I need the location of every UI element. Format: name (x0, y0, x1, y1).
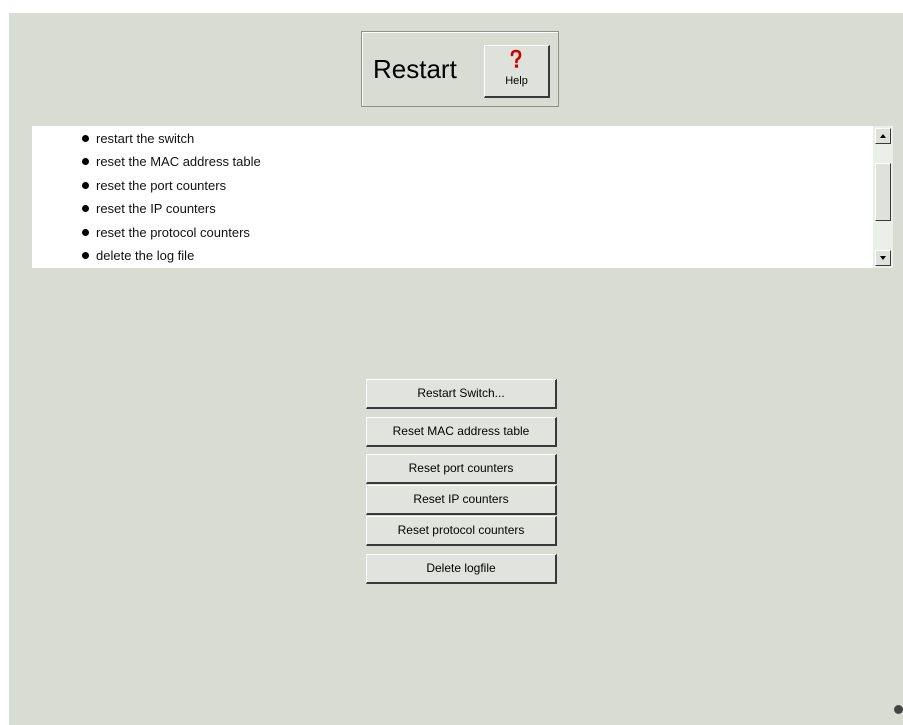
restart-switch-button[interactable]: Restart Switch... (366, 379, 557, 409)
question-mark-icon (510, 49, 522, 68)
info-items: restart the switch reset the MAC address… (82, 131, 261, 268)
page-title: Restart (373, 54, 457, 84)
reset-ip-counters-button[interactable]: Reset IP counters (366, 485, 557, 515)
reset-mac-table-button[interactable]: Reset MAC address table (366, 417, 557, 447)
list-item-text: reset the MAC address table (96, 154, 261, 170)
bullet-icon (82, 205, 89, 213)
vertical-scrollbar[interactable] (873, 126, 893, 268)
list-item-text: reset the protocol counters (96, 224, 250, 240)
bullet-icon (82, 158, 89, 166)
help-button[interactable]: Help (484, 45, 550, 98)
reset-protocol-counters-button[interactable]: Reset protocol counters (366, 516, 557, 546)
scroll-thumb[interactable] (875, 163, 891, 221)
scroll-up-button[interactable] (875, 128, 891, 144)
arrow-down-icon (880, 256, 886, 260)
bullet-icon (82, 135, 89, 142)
delete-logfile-button[interactable]: Delete logfile (366, 554, 557, 584)
list-item-text: delete the log file (96, 247, 195, 263)
status-dot-icon (894, 705, 903, 714)
list-item-text: reset the port counters (96, 177, 227, 193)
list-item: reset the port counters (82, 178, 261, 201)
title-box: Restart Help (361, 31, 559, 107)
main-panel: Restart Help restart the switch reset th… (9, 13, 903, 725)
bullet-icon (82, 228, 89, 236)
help-label: Help (505, 75, 528, 87)
list-item: delete the log file (82, 248, 261, 268)
list-item-text: reset the IP counters (96, 201, 216, 217)
info-list[interactable]: restart the switch reset the MAC address… (32, 126, 893, 268)
bullet-icon (82, 251, 89, 259)
scroll-down-button[interactable] (875, 250, 891, 266)
list-item: reset the MAC address table (82, 154, 261, 177)
list-item-text: restart the switch (96, 131, 195, 146)
list-item: reset the protocol counters (82, 225, 261, 248)
arrow-up-icon (880, 134, 886, 138)
reset-port-counters-button[interactable]: Reset port counters (366, 454, 557, 484)
list-item: reset the IP counters (82, 201, 261, 224)
list-item: restart the switch (82, 131, 261, 154)
bullet-icon (82, 181, 89, 189)
